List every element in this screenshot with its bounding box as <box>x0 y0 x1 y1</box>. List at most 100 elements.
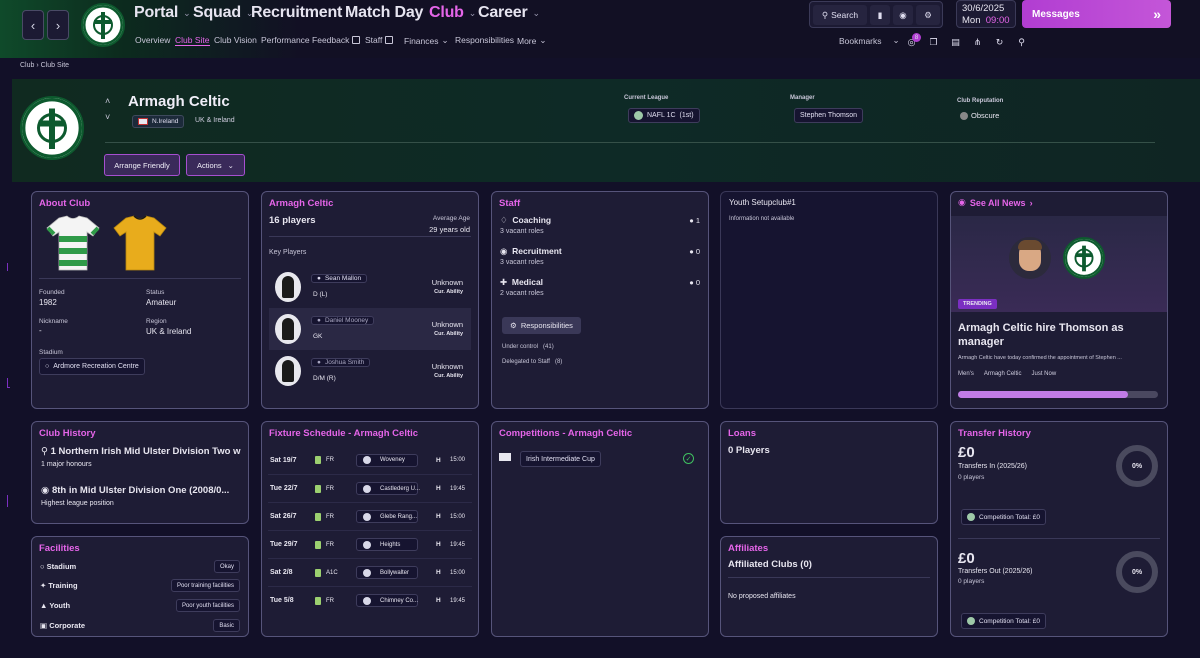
panel-title[interactable]: Facilities <box>39 543 80 554</box>
fixture-row[interactable]: Tue 5/8 FR Chimney Co... H 19:45 <box>268 586 472 614</box>
club-crest-icon[interactable] <box>81 3 125 47</box>
nav-match-day[interactable]: Match Day ⌄ <box>345 4 436 22</box>
subnav-club-vision[interactable]: Club Vision <box>214 35 257 45</box>
competition-name: Irish Intermediate Cup <box>526 455 595 463</box>
competition-badge[interactable]: Irish Intermediate Cup <box>520 451 601 467</box>
staff-role-medical[interactable]: ✚ Medical <box>500 277 543 288</box>
panel-title[interactable]: Competitions - Armagh Celtic <box>499 428 632 439</box>
reputation-value: Obscure <box>960 111 999 120</box>
bookmarks-dropdown[interactable]: Bookmarks ⌄ <box>839 35 900 46</box>
league-position: (1st) <box>679 112 694 119</box>
transfers-out-total[interactable]: Competition Total: £0 <box>961 613 1046 629</box>
player-avatar <box>275 314 301 344</box>
actions-button[interactable]: Actions ⌄ <box>186 154 245 176</box>
panel-title[interactable]: Affiliates <box>728 543 768 554</box>
edge-mark <box>7 495 10 507</box>
refresh-icon[interactable]: ↻ <box>993 36 1006 49</box>
fixture-opponent: Chimney Co... <box>380 597 419 604</box>
transfers-in-amount: £0 <box>958 444 975 461</box>
affiliates-empty: No proposed affiliates <box>728 593 796 600</box>
league-badge[interactable]: NAFL 1C (1st) <box>628 108 700 123</box>
opponent-crest-icon <box>363 484 371 493</box>
role-count: ● 0 <box>689 247 700 256</box>
history-position[interactable]: ◉ 8th in Mid Ulster Division One (2008/0… <box>41 485 229 496</box>
region-label: Region <box>146 318 167 325</box>
fixture-time: 19:45 <box>450 541 466 548</box>
fixture-row[interactable]: Tue 29/7 FR Heights H 19:45 <box>268 530 472 558</box>
player-row[interactable]: ● Joshua Smith D/M (R) Unknown Cur. Abili… <box>269 350 471 392</box>
player-row[interactable]: ● Sean Mallon D (L) Unknown Cur. Ability <box>269 266 471 308</box>
nav-portal[interactable]: Portal ⌄ <box>134 4 191 22</box>
fixture-opponent: Castlederg U... <box>380 485 421 492</box>
staff-role-recruitment[interactable]: ◉ Recruitment <box>500 246 562 257</box>
subnav-staff[interactable]: Staff <box>365 35 394 45</box>
nav-label: Match Day <box>345 4 424 21</box>
nation-badge[interactable]: N.Ireland <box>132 115 185 128</box>
bookmark-button[interactable]: ▮ <box>870 5 890 25</box>
forward-button[interactable]: › <box>47 10 69 40</box>
breadcrumb-root[interactable]: Club <box>20 62 34 69</box>
transfers-in-ring: 0% <box>1116 445 1158 487</box>
nav-recruitment[interactable]: Recruitment ⌄ <box>251 4 355 22</box>
fixture-row[interactable]: Sat 2/8 A1C Bollywalter H 15:00 <box>268 558 472 586</box>
subnav-overview[interactable]: Overview <box>135 35 170 45</box>
search-button[interactable]: ⚲ Search <box>813 5 867 25</box>
subnav-performance-feedback[interactable]: Performance Feedback <box>261 35 361 45</box>
shirt-icon[interactable]: ❐ <box>927 36 940 49</box>
staff-role-coaching[interactable]: ♢ Coaching <box>500 215 551 226</box>
player-row[interactable]: ● Daniel Mooney GK Unknown Cur. Ability <box>269 308 471 350</box>
transfers-in-total[interactable]: Competition Total: £0 <box>961 509 1046 525</box>
panel-title[interactable]: Club History <box>39 428 95 439</box>
arrange-friendly-button[interactable]: Arrange Friendly <box>104 154 180 176</box>
panel-title[interactable]: About Club <box>39 198 90 209</box>
subnav-more[interactable]: More ⌄ <box>517 35 547 46</box>
subnav-responsibilities[interactable]: Responsibilities <box>455 35 514 45</box>
see-all-news-link[interactable]: ◉ See All News › <box>958 197 1033 208</box>
panel-title[interactable]: Transfer History <box>958 428 1031 439</box>
nav-career[interactable]: Career ⌄ <box>478 4 540 22</box>
stadium-badge[interactable]: ○ Ardmore Recreation Centre <box>39 358 145 375</box>
nav-squad[interactable]: Squad ⌄ <box>193 4 253 22</box>
chevron-down-icon[interactable]: ˅ <box>105 112 110 122</box>
clipboard-icon[interactable]: ▤ <box>949 36 962 49</box>
fixture-time: 15:00 <box>450 513 466 520</box>
fixture-row[interactable]: Sat 26/7 FR Glebe Rang... H 15:00 <box>268 502 472 530</box>
fixture-row[interactable]: Sat 19/7 FR Woveney H 15:00 <box>268 446 472 474</box>
fixture-venue: H <box>436 569 441 576</box>
back-button[interactable]: ‹ <box>22 10 44 40</box>
trophy-icon[interactable]: ⚲ <box>1015 36 1028 49</box>
transfers-out-players: 0 players <box>958 578 985 585</box>
competition-icon <box>315 512 321 521</box>
panel-title[interactable]: Armagh Celtic <box>269 198 333 209</box>
manager-badge[interactable]: Stephen Thomson <box>794 108 864 123</box>
panel-title[interactable]: Fixture Schedule - Armagh Celtic <box>269 428 418 439</box>
panel-title[interactable]: Youth Setupclub#1 <box>729 198 796 207</box>
actions-label: Actions <box>197 160 222 170</box>
date-display[interactable]: 30/6/2025 Mon 09:00 <box>956 0 1016 28</box>
opponent-crest-icon <box>363 512 371 521</box>
subnav-club-site[interactable]: Club Site <box>175 35 210 46</box>
panel-title[interactable]: Staff <box>499 198 520 209</box>
network-icon[interactable]: ⋔ <box>971 36 984 49</box>
ability-label: Cur. Ability <box>434 373 463 379</box>
fixture-date: Sat 19/7 <box>270 456 297 464</box>
facility-stadium: ○ Stadium <box>40 562 76 571</box>
nav-club[interactable]: Club ⌄ <box>429 4 476 22</box>
trending-badge: TRENDING <box>958 299 997 309</box>
notifications-icon[interactable]: 8 ◎ <box>905 33 921 49</box>
panel-title[interactable]: Loans <box>728 428 756 439</box>
messages-button[interactable]: Messages » <box>1022 0 1171 28</box>
avg-age-label: Average Age <box>432 215 470 222</box>
world-button[interactable]: ◉ <box>893 5 913 25</box>
loans-count: 0 Players <box>728 445 770 456</box>
news-panel: ◉ See All News › TRENDING Armagh Celtic hi… <box>950 191 1168 409</box>
fixture-row[interactable]: Tue 22/7 FR Castlederg U... H 19:45 <box>268 474 472 502</box>
responsibilities-button[interactable]: ⚙ Responsibilities <box>502 317 581 334</box>
news-headline[interactable]: Armagh Celtic hire Thomson as manager <box>958 321 1158 349</box>
settings-button[interactable]: ⚙ <box>916 5 940 25</box>
subnav-finances[interactable]: Finances ⌄ <box>404 35 449 46</box>
external-link-icon <box>385 36 394 44</box>
fixture-venue: H <box>436 541 441 548</box>
chevron-up-icon[interactable]: ˄ <box>105 96 110 106</box>
history-best[interactable]: ⚲ 1 Northern Irish Mid Ulster Division T… <box>41 446 240 457</box>
